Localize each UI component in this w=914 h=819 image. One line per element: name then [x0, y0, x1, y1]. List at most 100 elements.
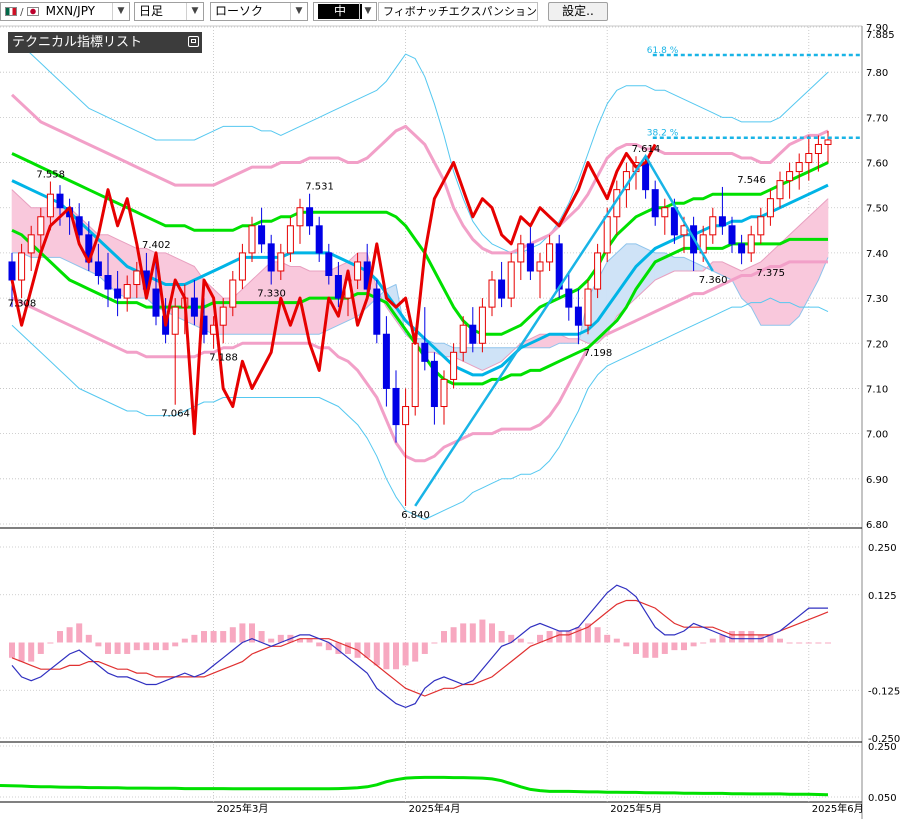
- macd-histogram-bar: [517, 638, 524, 643]
- macd-histogram-bar: [47, 642, 54, 644]
- macd-histogram-bar: [239, 623, 246, 643]
- price-marker-label: 7.546: [737, 175, 766, 186]
- price-marker-label: 7.614: [632, 144, 661, 155]
- candle-body: [786, 171, 794, 182]
- macd-histogram-bar: [796, 642, 803, 644]
- macd-histogram-bar: [162, 642, 169, 651]
- candle-body: [507, 261, 515, 299]
- candle-body: [651, 189, 659, 218]
- cloud-segment: [741, 265, 752, 308]
- candle-body: [325, 252, 333, 276]
- macd-histogram-bar: [690, 642, 697, 647]
- price-tick-label: 7.60: [866, 159, 888, 170]
- candle-body: [56, 193, 64, 209]
- candle-body: [296, 207, 304, 227]
- candle-body: [392, 387, 400, 426]
- macd-histogram-bar: [421, 642, 428, 654]
- candle-body: [795, 162, 803, 173]
- cloud-segment: [760, 252, 771, 326]
- macd-histogram-bar: [258, 631, 265, 643]
- candle-body: [565, 288, 573, 308]
- candle-body: [277, 252, 285, 272]
- macd-histogram-bar: [613, 638, 620, 643]
- candle-body: [459, 324, 467, 353]
- macd-histogram-bar: [805, 642, 812, 644]
- macd-histogram-bar: [709, 638, 716, 643]
- fib-level-label: 61.8 %: [647, 46, 679, 56]
- macd-histogram-bar: [604, 634, 611, 643]
- macd-histogram-bar: [661, 642, 668, 654]
- candle-body: [171, 306, 179, 335]
- macd-histogram-bar: [18, 642, 25, 662]
- macd-histogram-bar: [633, 642, 639, 654]
- price-tick-label: 7.40: [866, 249, 888, 260]
- macd-panel: 0.2500.125-0.125-0.250: [0, 543, 900, 745]
- month-label: 2025年4月: [409, 802, 461, 815]
- macd-histogram-bar: [229, 627, 236, 643]
- macd-histogram-bar: [124, 642, 131, 654]
- macd-histogram-bar: [546, 631, 553, 643]
- candle-body: [546, 243, 554, 263]
- month-label: 2025年5月: [610, 802, 662, 815]
- candle-body: [766, 198, 774, 218]
- candle-body: [114, 288, 122, 299]
- candle-body: [27, 234, 35, 254]
- macd-histogram-bar: [489, 623, 495, 643]
- macd-histogram-bar: [201, 631, 207, 643]
- bollinger-lower3-line: [11, 297, 829, 520]
- candle-body: [776, 180, 784, 200]
- macd-histogram-bar: [191, 634, 198, 643]
- macd-histogram-bar: [66, 627, 73, 643]
- macd-histogram-bar: [181, 638, 188, 643]
- price-tick-label: 7.70: [866, 113, 888, 124]
- macd-histogram-bar: [450, 627, 457, 643]
- cloud-segment: [779, 234, 790, 326]
- macd-histogram-bar: [37, 642, 44, 654]
- price-marker-label: 7.330: [257, 289, 286, 300]
- candle-body: [238, 252, 246, 281]
- macd-tick-label: -0.125: [868, 686, 900, 697]
- macd-histogram-bar: [220, 631, 227, 643]
- candle-body: [526, 243, 534, 272]
- cloud-segment: [808, 207, 819, 299]
- chart-area[interactable]: 38.2 % 61.8 % 7.558 7.308 7.402 7.064 7.188 7.3…: [0, 0, 914, 819]
- indicator-list-panel[interactable]: テクニカル指標リスト: [8, 32, 202, 53]
- candle-body: [334, 275, 342, 299]
- macd-histogram-bar: [748, 631, 755, 643]
- candle-body: [718, 216, 726, 227]
- macd-histogram-bar: [316, 642, 323, 647]
- macd-histogram-bar: [652, 642, 659, 658]
- candle-body: [190, 297, 198, 317]
- price-marker-label: 7.558: [36, 170, 65, 181]
- fib-level-label: 38.2 %: [647, 129, 679, 139]
- price-tick-label: 7.90: [866, 23, 888, 34]
- candle-body: [488, 279, 496, 308]
- macd-histogram-bar: [671, 642, 678, 651]
- macd-histogram-bar: [565, 631, 572, 643]
- candle-body: [450, 351, 458, 380]
- candle-body: [728, 225, 736, 245]
- candle-body: [805, 153, 813, 164]
- maximize-icon[interactable]: [188, 36, 199, 47]
- price-tick-label: 7.80: [866, 68, 888, 79]
- price-marker-label: 7.360: [699, 275, 728, 286]
- cloud-segment: [770, 243, 781, 326]
- candle-body: [709, 216, 717, 236]
- macd-histogram-bar: [681, 642, 687, 651]
- macd-histogram-bar: [469, 623, 476, 643]
- candle-body: [757, 216, 765, 236]
- price-tick-label: 7.10: [866, 384, 888, 395]
- macd-histogram-bar: [623, 642, 630, 647]
- candle-body: [373, 288, 381, 335]
- macd-histogram-bar: [57, 631, 63, 643]
- rci-line: [0, 775, 829, 797]
- macd-histogram-bar: [642, 642, 649, 658]
- rci-panel: 0.250 0.050: [0, 742, 897, 804]
- macd-histogram-bar: [777, 638, 783, 643]
- month-label: 2025年6月: [812, 802, 864, 815]
- price-tick-label: 6.90: [866, 475, 888, 486]
- candle-body: [315, 225, 323, 254]
- macd-histogram-bar: [815, 642, 822, 644]
- macd-tick-label: 0.250: [868, 543, 897, 554]
- candle-body: [661, 207, 669, 218]
